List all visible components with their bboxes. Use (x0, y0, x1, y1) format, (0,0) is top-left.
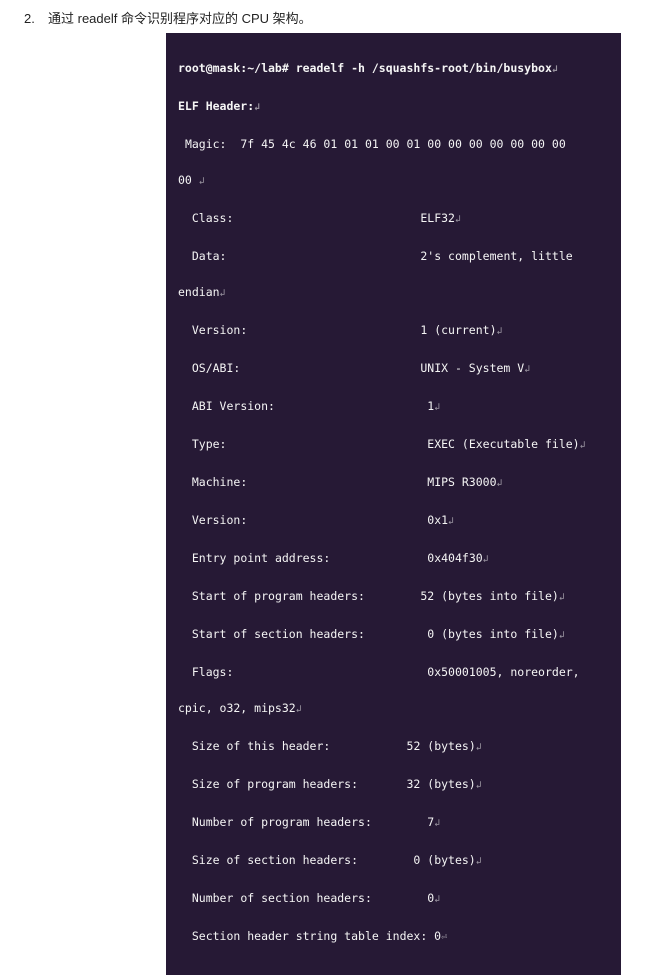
newline-icon: ↲ (455, 214, 461, 225)
phsize-value: 32 (bytes) (407, 777, 476, 791)
flags-tail: cpic, o32, mips32 (178, 701, 296, 715)
flags-label: Flags: (192, 665, 234, 679)
newline-icon: ↲ (497, 326, 503, 337)
instruction-text: 通过 readelf 命令识别程序对应的 CPU 架构。 (48, 8, 312, 27)
list-number: 2. (24, 11, 48, 26)
shstrndx-line: Section header string table index: 0 (192, 929, 441, 943)
data-value: 2's complement, little (420, 249, 572, 263)
entry-label: Entry point address: (192, 551, 330, 565)
newline-icon: ⏎ (441, 932, 447, 943)
newline-icon: ↲ (434, 894, 440, 905)
phstart-value: 52 (bytes into file) (420, 589, 558, 603)
newline-icon: ↲ (448, 516, 454, 527)
newline-icon: ↲ (296, 704, 302, 715)
newline-icon: ↲ (524, 364, 530, 375)
newline-icon: ↲ (199, 176, 205, 187)
phsize-label: Size of program headers: (192, 777, 358, 791)
machine-label: Machine: (192, 475, 247, 489)
data-label: Data: (192, 249, 227, 263)
type-value: EXEC (Executable file) (427, 437, 579, 451)
osabi-value: UNIX - System V (420, 361, 524, 375)
magic-value: 7f 45 4c 46 01 01 01 00 01 00 00 00 00 0… (240, 137, 565, 151)
class-value: ELF32 (420, 211, 455, 225)
newline-icon: ↲ (476, 742, 482, 753)
class-label: Class: (192, 211, 234, 225)
shstart-label: Start of section headers: (192, 627, 365, 641)
newline-icon: ↲ (434, 402, 440, 413)
type-label: Type: (192, 437, 227, 451)
elf-header-label: ELF Header: (178, 99, 254, 113)
shnum-label: Number of section headers: (192, 891, 372, 905)
endian-tail: endian (178, 285, 220, 299)
phnum-label: Number of program headers: (192, 815, 372, 829)
instruction-row: 2. 通过 readelf 命令识别程序对应的 CPU 架构。 (0, 0, 647, 33)
version-label: Version: (192, 323, 247, 337)
machine-value: MIPS R3000 (427, 475, 496, 489)
version-value: 1 (current) (420, 323, 496, 337)
newline-icon: ↲ (559, 630, 565, 641)
newline-icon: ↲ (476, 856, 482, 867)
shsize-value: 0 (bytes) (413, 853, 475, 867)
newline-icon: ↲ (497, 478, 503, 489)
magic-label: Magic: (185, 137, 227, 151)
hdrsize-label: Size of this header: (192, 739, 330, 753)
newline-icon: ↲ (483, 554, 489, 565)
shstart-value: 0 (bytes into file) (427, 627, 559, 641)
flags-value: 0x50001005, noreorder, (427, 665, 579, 679)
newline-icon: ↲ (476, 780, 482, 791)
newline-icon: ↲ (580, 440, 586, 451)
osabi-label: OS/ABI: (192, 361, 240, 375)
entry-value: 0x404f30 (427, 551, 482, 565)
newline-icon: ↲ (552, 64, 558, 75)
terminal-prompt: root@mask:~/lab# readelf -h /squashfs-ro… (178, 61, 552, 75)
versionhex-value: 0x1 (427, 513, 448, 527)
newline-icon: ↲ (220, 288, 226, 299)
hdrsize-value: 52 (bytes) (407, 739, 476, 753)
terminal-output: root@mask:~/lab# readelf -h /squashfs-ro… (166, 33, 621, 975)
magic-tail: 00 (178, 173, 192, 187)
newline-icon: ↲ (559, 592, 565, 603)
phstart-label: Start of program headers: (192, 589, 365, 603)
shsize-label: Size of section headers: (192, 853, 358, 867)
versionhex-label: Version: (192, 513, 247, 527)
newline-icon: ↲ (254, 102, 260, 113)
newline-icon: ↲ (434, 818, 440, 829)
abiver-label: ABI Version: (192, 399, 275, 413)
